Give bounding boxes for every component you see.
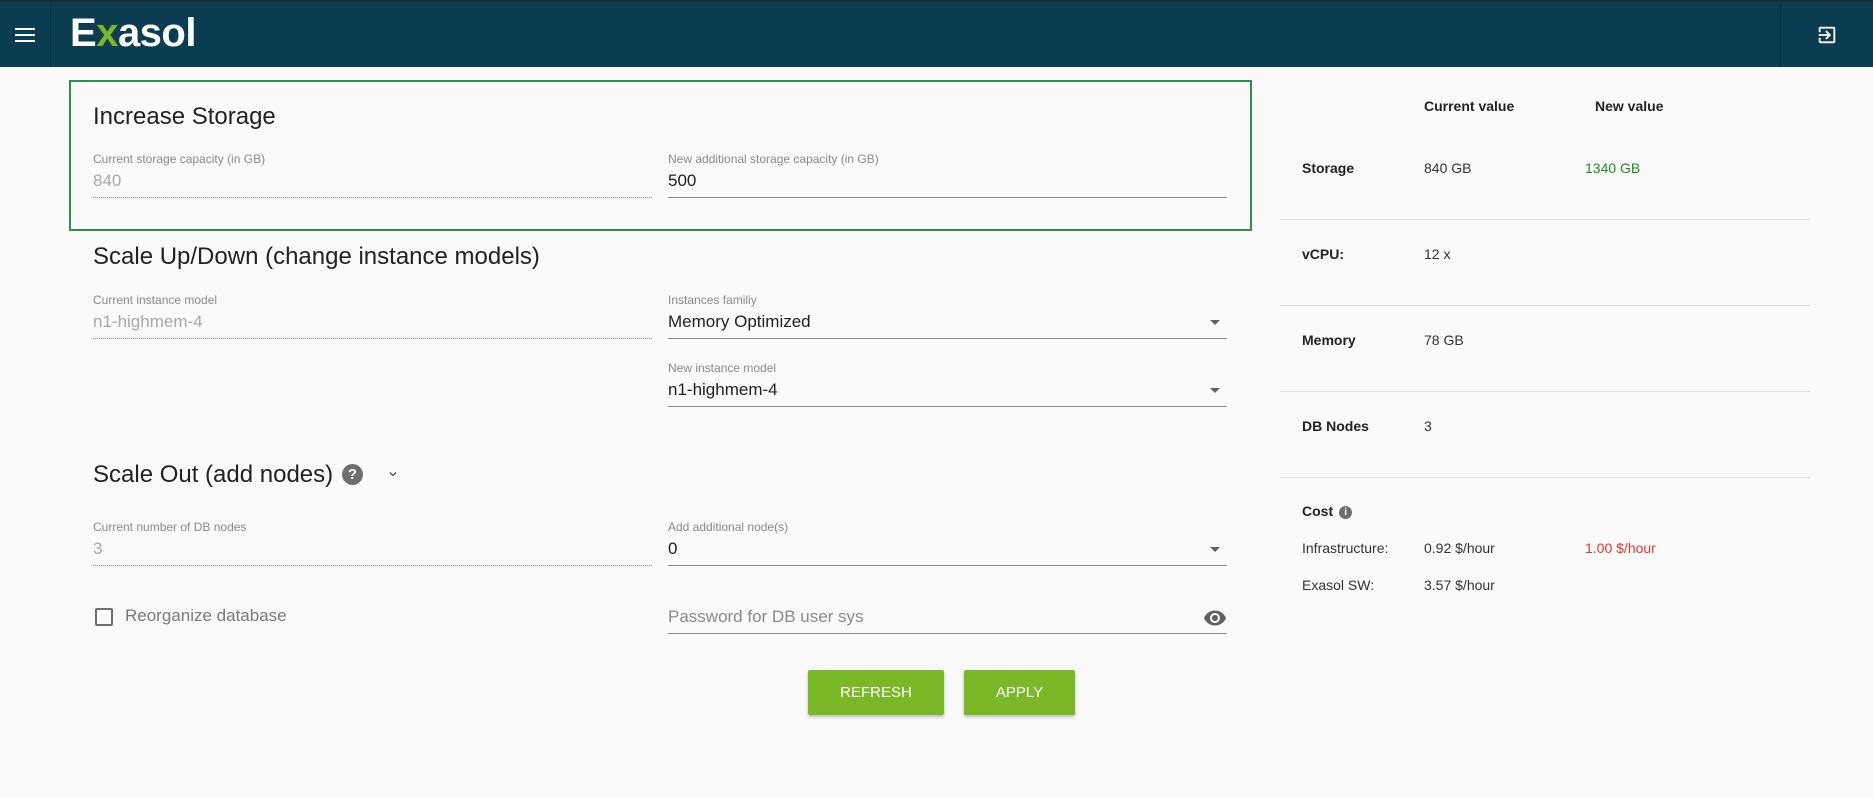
new-storage-input[interactable]: New additional storage capacity (in GB) … bbox=[668, 152, 1227, 198]
vcpu-current: 12 x bbox=[1424, 246, 1451, 262]
infrastructure-current: 0.92 $/hour bbox=[1424, 540, 1495, 556]
increase-storage-title: Increase Storage bbox=[93, 103, 276, 130]
instance-family-value: Memory Optimized bbox=[668, 312, 811, 331]
dropdown-arrow-icon bbox=[1210, 320, 1220, 325]
chevron-down-icon[interactable] bbox=[386, 467, 400, 481]
add-nodes-select[interactable]: Add additional node(s) 0 bbox=[668, 520, 1227, 566]
storage-new: 1340 GB bbox=[1585, 160, 1641, 176]
current-storage-value: 840 bbox=[93, 171, 122, 190]
apply-button[interactable]: APPLY bbox=[964, 670, 1075, 715]
new-instance-select[interactable]: New instance model n1-highmem-4 bbox=[668, 361, 1227, 407]
reorganize-checkbox[interactable] bbox=[95, 608, 113, 626]
add-nodes-label: Add additional node(s) bbox=[668, 520, 789, 534]
new-value-header: New value bbox=[1595, 98, 1664, 114]
menu-icon bbox=[15, 27, 35, 42]
current-nodes-value: 3 bbox=[93, 539, 103, 558]
add-nodes-value: 0 bbox=[668, 539, 678, 558]
reorganize-label[interactable]: Reorganize database bbox=[125, 606, 287, 626]
summary-row-vcpu bbox=[1280, 220, 1810, 306]
db-nodes-current: 3 bbox=[1424, 418, 1432, 434]
current-nodes-field: Current number of DB nodes 3 bbox=[93, 520, 652, 566]
cost-title: Cost i bbox=[1302, 503, 1353, 519]
infrastructure-label: Infrastructure: bbox=[1302, 540, 1389, 556]
current-storage-field: Current storage capacity (in GB) 840 bbox=[93, 152, 652, 198]
new-storage-label: New additional storage capacity (in GB) bbox=[668, 152, 879, 166]
storage-key: Storage bbox=[1302, 160, 1355, 176]
summary-row-memory bbox=[1280, 306, 1810, 392]
db-nodes-key: DB Nodes bbox=[1302, 418, 1369, 434]
exasol-sw-current: 3.57 $/hour bbox=[1424, 577, 1495, 593]
instance-family-select[interactable]: Instances familiy Memory Optimized bbox=[668, 293, 1227, 339]
menu-button[interactable] bbox=[0, 2, 51, 67]
dropdown-arrow-icon bbox=[1210, 547, 1220, 552]
logout-icon bbox=[1818, 26, 1836, 43]
current-instance-label: Current instance model bbox=[93, 293, 218, 307]
help-icon[interactable]: ? bbox=[342, 464, 363, 485]
current-instance-field: Current instance model n1-highmem-4 bbox=[93, 293, 652, 339]
new-instance-label: New instance model bbox=[668, 361, 777, 375]
memory-current: 78 GB bbox=[1424, 332, 1464, 348]
storage-current: 840 GB bbox=[1424, 160, 1472, 176]
current-storage-label: Current storage capacity (in GB) bbox=[93, 152, 266, 166]
memory-key: Memory bbox=[1302, 332, 1356, 348]
top-app-bar: Exasol bbox=[0, 0, 1873, 67]
exasol-sw-label: Exasol SW: bbox=[1302, 577, 1375, 593]
instance-family-label: Instances familiy bbox=[668, 293, 757, 307]
refresh-button[interactable]: REFRESH bbox=[808, 670, 944, 715]
exasol-logo: Exasol bbox=[70, 11, 196, 55]
summary-row-storage bbox=[1280, 130, 1810, 220]
new-storage-value[interactable]: 500 bbox=[668, 171, 1227, 193]
info-icon[interactable]: i bbox=[1339, 506, 1353, 519]
current-instance-value: n1-highmem-4 bbox=[93, 312, 203, 331]
vcpu-key: vCPU: bbox=[1302, 246, 1345, 262]
password-input[interactable] bbox=[668, 606, 1178, 628]
dropdown-arrow-icon bbox=[1210, 388, 1220, 393]
summary-row-db-nodes bbox=[1280, 392, 1810, 478]
eye-icon[interactable] bbox=[1203, 606, 1227, 630]
current-value-header: Current value bbox=[1424, 98, 1515, 114]
new-instance-value: n1-highmem-4 bbox=[668, 380, 778, 399]
logout-button[interactable] bbox=[1780, 2, 1873, 67]
password-field[interactable] bbox=[668, 600, 1227, 634]
scale-out-title: Scale Out (add nodes) bbox=[93, 461, 334, 488]
infrastructure-new: 1.00 $/hour bbox=[1585, 540, 1656, 556]
scale-up-title: Scale Up/Down (change instance models) bbox=[93, 243, 540, 270]
current-nodes-label: Current number of DB nodes bbox=[93, 520, 247, 534]
